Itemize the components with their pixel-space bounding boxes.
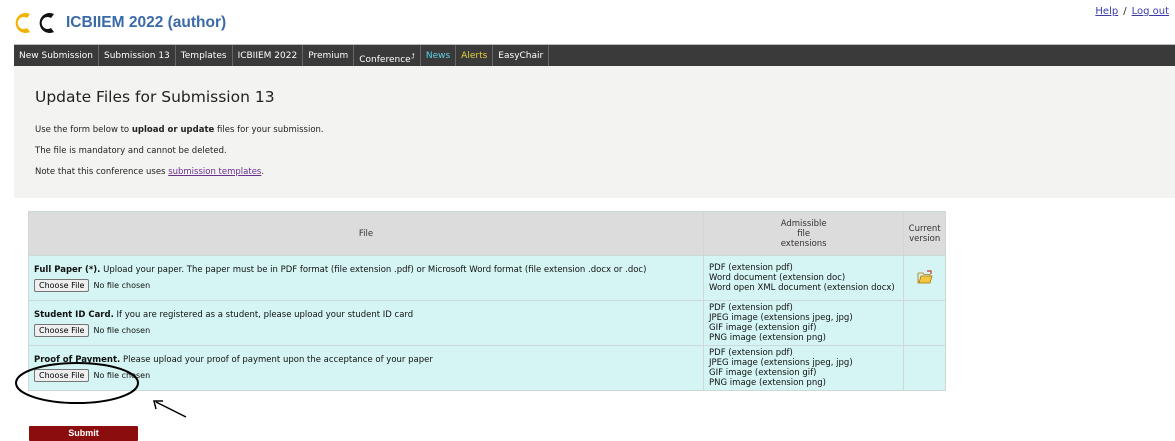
files-table: File Admissible file extensions Current … <box>27 211 946 391</box>
open-folder-icon[interactable] <box>917 269 933 284</box>
current-version-cell <box>903 255 946 301</box>
table-row: Full Paper (*). Upload your paper. The p… <box>27 255 946 301</box>
current-version-cell <box>903 300 946 346</box>
extensions-cell: PDF (extension pdf) JPEG image (extensio… <box>703 345 905 391</box>
file-description: Upload your paper. The paper must be in … <box>100 264 647 275</box>
nav-conference-label: Conference <box>359 55 411 65</box>
nav-easychair[interactable]: EasyChair <box>493 45 550 67</box>
no-file-text: No file chosen <box>93 370 151 380</box>
submit-button[interactable]: Submit <box>29 426 138 441</box>
help-link[interactable]: Help <box>1095 6 1118 17</box>
app-title: ICBIIEM 2022 (author) <box>66 14 227 31</box>
top-links: Help / Log out <box>1095 6 1169 17</box>
extensions-cell: PDF (extension pdf) JPEG image (extensio… <box>703 300 905 346</box>
choose-file-button[interactable]: Choose File <box>34 323 90 337</box>
nav-premium[interactable]: Premium <box>303 45 355 67</box>
choose-file-button[interactable]: Choose File <box>34 278 90 292</box>
nav-alerts[interactable]: Alerts <box>456 45 494 67</box>
no-file-text: No file chosen <box>93 325 151 335</box>
file-title: Full Paper (*). <box>34 264 101 275</box>
file-cell: Student ID Card. If you are registered a… <box>27 300 705 346</box>
link-separator: / <box>1123 6 1127 17</box>
nav-templates[interactable]: Templates <box>176 45 233 67</box>
logout-link[interactable]: Log out <box>1132 6 1169 17</box>
submission-templates-link[interactable]: submission templates <box>168 167 261 177</box>
nav-submission-13[interactable]: Submission 13 <box>99 45 176 67</box>
header-file: File <box>27 211 705 256</box>
file-description: If you are registered as a student, plea… <box>113 309 414 320</box>
nav-new-submission[interactable]: New Submission <box>14 45 99 67</box>
dropdown-corner-icon: ⮥ <box>410 52 415 60</box>
file-title: Proof of Payment. <box>34 354 121 365</box>
file-description: Please upload your proof of payment upon… <box>120 354 433 365</box>
file-cell: Proof of Payment. Please upload your pro… <box>27 345 705 391</box>
table-row: Student ID Card. If you are registered a… <box>27 300 946 346</box>
no-file-text: No file chosen <box>93 280 151 290</box>
nav-news[interactable]: News <box>421 45 457 67</box>
header: ICBIIEM 2022 (author) Help / Log out <box>0 0 1175 44</box>
nav-conference-name[interactable]: ICBIIEM 2022 <box>233 45 304 67</box>
extensions-cell: PDF (extension pdf) Word document (exten… <box>703 255 905 301</box>
choose-file-button[interactable]: Choose File <box>34 368 90 382</box>
page-title: Update Files for Submission 13 <box>35 88 275 106</box>
intro-line-1: Use the form below to upload or update f… <box>35 125 324 135</box>
intro-line-2: The file is mandatory and cannot be dele… <box>35 146 227 156</box>
file-title: Student ID Card. <box>34 309 114 320</box>
table-header-row: File Admissible file extensions Current … <box>27 211 946 256</box>
table-row: Proof of Payment. Please upload your pro… <box>27 345 946 391</box>
header-current-version: Current version <box>903 211 946 256</box>
intro-line-3: Note that this conference uses submissio… <box>35 167 265 177</box>
nav-conference[interactable]: Conference⮥ <box>354 45 421 67</box>
navbar: New Submission Submission 13 Templates I… <box>14 44 1175 67</box>
intro-panel: Update Files for Submission 13 Use the f… <box>14 66 1175 198</box>
arrow-annotation-icon <box>153 400 187 418</box>
easychair-logo-icon[interactable] <box>14 12 60 34</box>
header-extensions: Admissible file extensions <box>703 211 905 256</box>
current-version-cell <box>903 345 946 391</box>
file-cell: Full Paper (*). Upload your paper. The p… <box>27 255 705 301</box>
